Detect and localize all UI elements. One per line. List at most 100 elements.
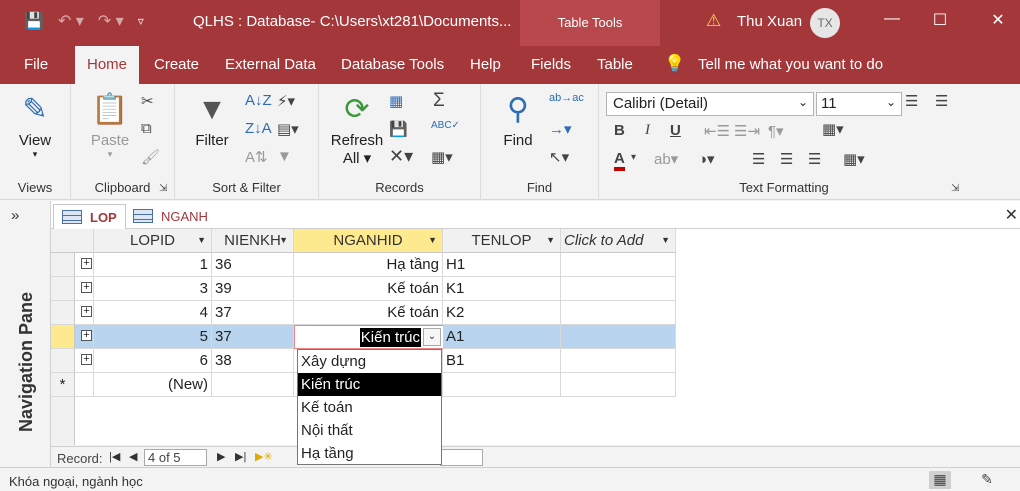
first-record-icon[interactable]: |◀ <box>109 450 120 463</box>
new-record-icon[interactable]: ▦ <box>389 92 403 110</box>
cell-lopid[interactable]: 6 <box>94 349 212 373</box>
dropdown-option[interactable]: Nội thất <box>298 419 441 442</box>
tab-database-tools[interactable]: Database Tools <box>341 56 444 73</box>
cell-lopid[interactable]: 4 <box>94 301 212 325</box>
font-name-combo[interactable]: Calibri (Detail) ⌄ <box>606 92 814 116</box>
underline-icon[interactable]: U <box>670 122 681 139</box>
next-record-icon[interactable]: ▶ <box>217 450 225 463</box>
chevron-down-icon[interactable]: ▼ <box>428 229 437 252</box>
chevron-down-icon[interactable]: ⌄ <box>886 95 896 109</box>
doc-tab-nganh[interactable]: NGANH <box>125 204 216 229</box>
column-header-nienkh[interactable]: NIENKH ▼ <box>212 229 294 253</box>
tab-create[interactable]: Create <box>154 56 199 73</box>
tab-fields[interactable]: Fields <box>531 56 571 73</box>
nganhid-combo-box[interactable]: Kiến trúc ⌄ <box>294 325 444 349</box>
tab-table[interactable]: Table <box>597 56 633 73</box>
tab-file[interactable]: File <box>24 56 48 73</box>
view-button[interactable]: ✎ View ▾ <box>12 90 58 160</box>
undo-icon[interactable]: ↶ ▾ <box>58 11 84 31</box>
subdatasheet-expander[interactable]: + <box>75 277 94 301</box>
go-to-icon[interactable]: →▾ <box>549 120 572 138</box>
cell-tenlop[interactable]: K1 <box>443 277 561 301</box>
chevron-down-icon[interactable]: ⌄ <box>798 95 808 109</box>
cell-nganhid[interactable]: Hạ tầng <box>294 253 443 277</box>
cell-lopid[interactable]: 3 <box>94 277 212 301</box>
cell-tenlop[interactable]: H1 <box>443 253 561 277</box>
column-header-click-to-add[interactable]: Click to Add ▼ <box>561 229 676 253</box>
background-color-icon[interactable]: ◑▾ <box>698 150 715 168</box>
row-selector[interactable] <box>51 253 75 277</box>
search-input[interactable] <box>440 449 483 466</box>
advanced-filter-icon[interactable]: ▤▾ <box>277 120 299 138</box>
last-record-icon[interactable]: ▶| <box>235 450 246 463</box>
subdatasheet-expander[interactable]: + <box>75 325 94 349</box>
dropdown-option-selected[interactable]: Kiến trúc <box>298 373 441 396</box>
toggle-filter-icon[interactable]: ▼ <box>277 148 292 165</box>
avatar[interactable]: TX <box>810 8 840 38</box>
sort-ascending-icon[interactable]: A↓Z <box>245 92 272 109</box>
minimize-icon[interactable]: — <box>877 10 907 28</box>
record-position-input[interactable]: 4 of 5 <box>144 449 207 466</box>
cell-empty[interactable] <box>561 349 676 373</box>
design-view-icon[interactable]: ✎ <box>976 471 998 489</box>
select-all-corner[interactable] <box>51 229 94 253</box>
previous-record-icon[interactable]: ◀ <box>129 450 137 463</box>
cell-empty[interactable] <box>561 277 676 301</box>
new-record-nav-icon[interactable]: ▶✳ <box>255 450 273 463</box>
align-right-icon[interactable]: ☰ <box>808 150 821 168</box>
cell-lopid[interactable]: 1 <box>94 253 212 277</box>
sort-descending-icon[interactable]: Z↓A <box>245 120 272 137</box>
cell-tenlop[interactable]: K2 <box>443 301 561 325</box>
tab-help[interactable]: Help <box>470 56 501 73</box>
decrease-indent-icon[interactable]: ⇤☰ <box>704 122 730 140</box>
cell-empty[interactable] <box>561 325 676 349</box>
cell-nienkh[interactable]: 39 <box>212 277 294 301</box>
subdatasheet-expander[interactable]: + <box>75 349 94 373</box>
row-selector[interactable] <box>51 277 75 301</box>
expand-nav-pane-icon[interactable]: » <box>11 207 19 224</box>
user-name[interactable]: Thu Xuan <box>737 13 802 30</box>
cut-icon[interactable]: ✂ <box>141 92 154 110</box>
subdatasheet-expander[interactable]: + <box>75 301 94 325</box>
cell-lopid[interactable]: 5 <box>94 325 212 349</box>
chevron-down-icon[interactable]: ▼ <box>546 229 555 252</box>
cell-nienkh[interactable]: 36 <box>212 253 294 277</box>
highlight-icon[interactable]: ab▾ <box>654 150 678 168</box>
chevron-down-icon[interactable]: ▼ <box>279 229 288 252</box>
filter-button[interactable]: ▼ Filter <box>190 90 234 149</box>
new-row-label[interactable]: (New) <box>94 373 212 397</box>
cell-empty[interactable] <box>212 373 294 397</box>
more-records-icon[interactable]: ▦▾ <box>431 148 453 166</box>
copy-icon[interactable]: ⧉ <box>141 120 152 137</box>
remove-sort-icon[interactable]: A⇅ <box>245 148 268 166</box>
chevron-down-icon[interactable]: ▼ <box>197 229 206 252</box>
paste-button[interactable]: 📋 Paste ▾ <box>86 90 134 160</box>
alternate-row-color-icon[interactable]: ▦▾ <box>843 150 865 168</box>
tab-home[interactable]: Home <box>75 46 140 84</box>
dropdown-option[interactable]: Hạ tầng <box>298 442 441 465</box>
spelling-icon[interactable]: ABC✓ <box>431 120 460 131</box>
nganhid-dropdown-list[interactable]: Xây dựng Kiến trúc Kế toán Nội thất Hạ t… <box>297 349 442 465</box>
cell-tenlop[interactable]: A1 <box>443 325 561 349</box>
font-color-dropdown-icon[interactable]: ▾ <box>631 152 636 163</box>
bold-icon[interactable]: B <box>614 122 625 139</box>
find-button[interactable]: ⚲ Find <box>497 90 539 149</box>
gridlines-icon[interactable]: ▦▾ <box>822 120 844 138</box>
save-record-icon[interactable]: 💾 <box>389 120 408 138</box>
new-row-marker[interactable]: * <box>51 373 75 397</box>
close-document-icon[interactable]: ✕ <box>1005 205 1018 225</box>
replace-icon[interactable]: ab→ac <box>549 92 584 104</box>
align-left-icon[interactable]: ☰ <box>752 150 765 168</box>
cell-empty[interactable] <box>561 253 676 277</box>
align-center-icon[interactable]: ☰ <box>780 150 793 168</box>
row-selector-current[interactable] <box>51 325 75 349</box>
paragraph-icon[interactable]: ¶▾ <box>768 122 784 140</box>
column-header-lopid[interactable]: LOPID ▼ <box>94 229 212 253</box>
cell-nienkh[interactable]: 37 <box>212 301 294 325</box>
column-header-tenlop[interactable]: TENLOP ▼ <box>443 229 561 253</box>
delete-record-icon[interactable]: ✕▾ <box>389 146 413 167</box>
totals-icon[interactable]: Σ <box>433 90 445 112</box>
cell-empty[interactable] <box>561 301 676 325</box>
column-header-nganhid[interactable]: NGANHID ▼ <box>294 229 443 253</box>
clipboard-launcher-icon[interactable]: ⇲ <box>159 183 167 194</box>
